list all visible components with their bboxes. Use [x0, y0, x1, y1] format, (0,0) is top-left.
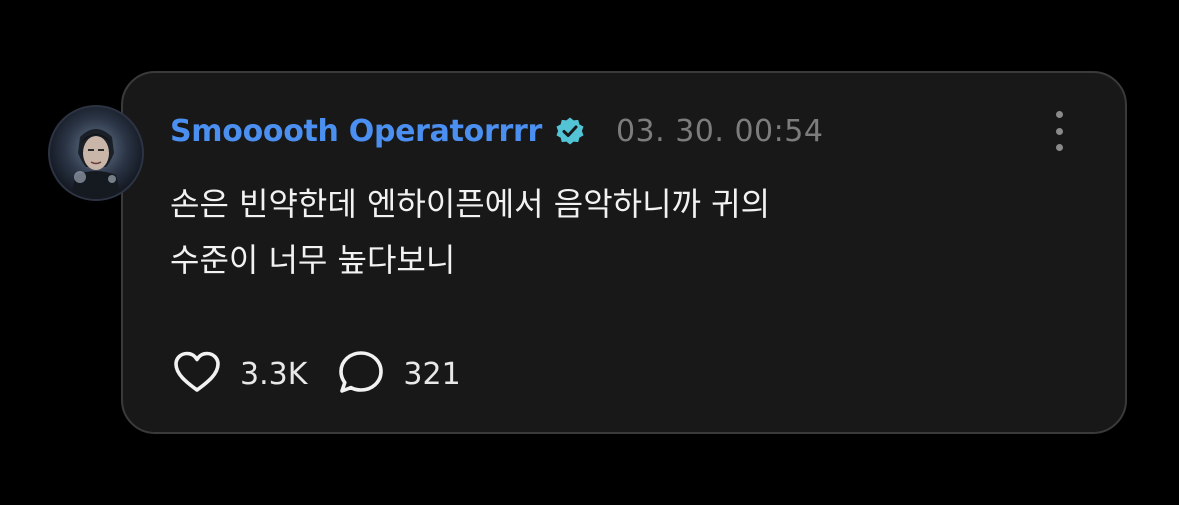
heart-icon [172, 350, 222, 398]
post-actions: 3.3K 321 [172, 346, 461, 402]
comment-button[interactable]: 321 [337, 349, 461, 399]
verified-badge-icon [554, 115, 586, 147]
more-dot [1055, 111, 1063, 118]
post-text-line: 수준이 너무 높다보니 [170, 241, 456, 279]
more-vertical-icon[interactable] [1048, 111, 1070, 151]
post-text: 손은 빈약한데 엔하이픈에서 음악하니까 귀의 수준이 너무 높다보니 [170, 176, 1030, 288]
author-name[interactable]: Smooooth Operatorrrr [170, 114, 542, 149]
avatar[interactable] [48, 105, 144, 201]
post-timestamp: 03. 30. 00:54 [615, 113, 824, 149]
comment-count: 321 [403, 356, 461, 392]
avatar-image [50, 107, 142, 199]
like-button[interactable]: 3.3K [172, 350, 307, 398]
like-count: 3.3K [240, 356, 308, 392]
post-header: Smooooth Operatorrrr 03. 30. 00:54 [170, 109, 823, 153]
comment-bubble-icon [337, 349, 385, 399]
more-dot [1055, 144, 1063, 151]
more-dot [1055, 127, 1063, 135]
post-text-line: 손은 빈약한데 엔하이픈에서 음악하니까 귀의 [170, 185, 771, 223]
